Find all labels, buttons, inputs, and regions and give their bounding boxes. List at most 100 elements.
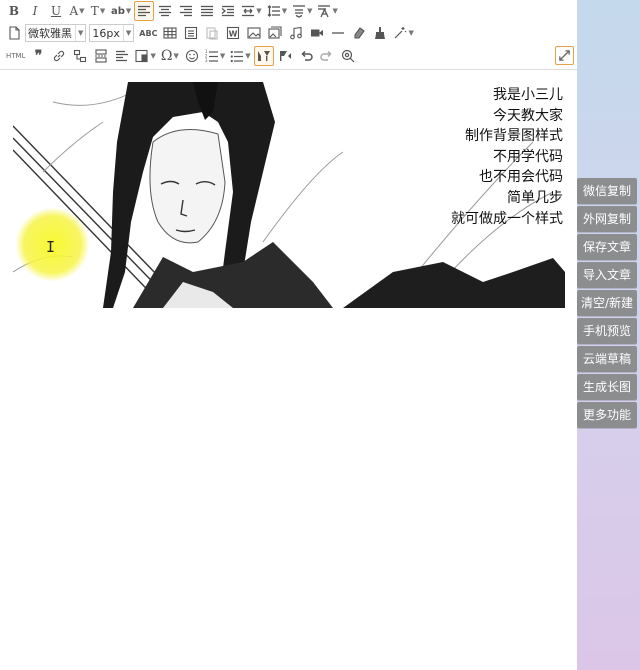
editor-content[interactable]: 我是小三儿 今天教大家 制作背景图样式 不用学代码 也不用会代码 简单几步 就可… (0, 71, 577, 670)
line-spacing-button[interactable]: ▼ (265, 1, 289, 21)
magic-wand-button[interactable]: ▼ (391, 23, 415, 43)
svg-text:W: W (229, 30, 238, 39)
html-source-button[interactable]: HTML (4, 46, 27, 66)
find-replace-button[interactable] (338, 46, 358, 66)
paragraph-format-button[interactable]: ▼ (315, 1, 339, 21)
banner-text: 我是小三儿 今天教大家 制作背景图样式 不用学代码 也不用会代码 简单几步 就可… (451, 85, 563, 229)
horizontal-line-icon (332, 32, 345, 34)
unlink-icon (74, 49, 87, 63)
underline-button[interactable]: U (46, 1, 66, 21)
italic-button[interactable]: I (25, 1, 45, 21)
search-icon (341, 49, 355, 63)
align-justify-icon (201, 5, 214, 17)
paste-icon (206, 27, 219, 40)
align-justify-button[interactable] (197, 1, 217, 21)
font-family-select[interactable]: 微软雅黑 ▼ (25, 24, 87, 42)
unlink-button[interactable] (70, 46, 90, 66)
editor-toolbar: B I U A ▼ T ▼ ab ▼ ▼ ▼ ▼ ▼ 微软雅黑 ▼ 16px ▼… (0, 0, 577, 70)
undo-button[interactable] (296, 46, 316, 66)
mobile-preview-button[interactable]: 手机预览 (577, 318, 637, 344)
text-style-icon: T (90, 4, 99, 18)
smiley-icon (185, 49, 198, 63)
font-color-button[interactable]: A ▼ (67, 1, 87, 21)
paste-word-button[interactable]: W (223, 23, 243, 43)
banner-line: 我是小三儿 (493, 87, 563, 103)
toolbar-row-1: B I U A ▼ T ▼ ab ▼ ▼ ▼ ▼ ▼ (4, 0, 341, 22)
paragraph-spacing-icon (293, 5, 306, 18)
spellcheck-button[interactable]: ABC (137, 23, 159, 43)
indent-button[interactable] (218, 1, 238, 21)
special-char-button[interactable]: Ω ▼ (159, 46, 181, 66)
font-style-button[interactable]: T ▼ (88, 1, 108, 21)
toolbar-row-3: HTML ❞ ▼ Ω ▼ 1 2 3 ▼ ▼ (4, 45, 359, 67)
document-icon (9, 26, 20, 40)
font-color-icon: A (69, 4, 79, 18)
ordered-list-button[interactable]: 1 2 3 ▼ (203, 46, 227, 66)
fullscreen-button[interactable] (555, 46, 574, 65)
page-break-button[interactable] (91, 46, 111, 66)
rtl-paragraph-icon (279, 51, 291, 61)
eraser-button[interactable] (349, 23, 369, 43)
chevron-down-icon: ▼ (122, 25, 131, 41)
text-direction-icon (116, 50, 129, 62)
clear-new-button[interactable]: 清空/新建 (577, 290, 637, 316)
link-button[interactable] (49, 46, 69, 66)
insert-table-button[interactable] (160, 23, 180, 43)
text-direction-button[interactable] (112, 46, 132, 66)
letter-spacing-button[interactable]: ▼ (239, 1, 263, 21)
side-menu: 微信复制 外网复制 保存文章 导入文章 清空/新建 手机预览 云端草稿 生成长图… (577, 178, 638, 430)
background-image-button[interactable]: ▼ (133, 46, 157, 66)
font-family-value: 微软雅黑 (28, 27, 72, 40)
insert-video-button[interactable] (307, 23, 327, 43)
letter-spacing-icon (242, 5, 255, 17)
emoji-button[interactable] (182, 46, 202, 66)
magic-wand-icon (395, 27, 407, 39)
background-color-icon: ab (111, 5, 125, 17)
redo-button[interactable] (317, 46, 337, 66)
cloud-draft-button[interactable]: 云端草稿 (577, 346, 637, 372)
align-center-icon (159, 5, 172, 17)
format-brush-button[interactable] (370, 23, 390, 43)
more-features-button[interactable]: 更多功能 (577, 402, 637, 428)
link-icon (54, 50, 65, 62)
align-center-button[interactable] (155, 1, 175, 21)
quote-icon: ❞ (34, 48, 43, 64)
rtl-direction-button[interactable] (275, 46, 295, 66)
save-article-button[interactable]: 保存文章 (577, 234, 637, 260)
font-size-select[interactable]: 16px ▼ (89, 24, 135, 42)
wechat-copy-button[interactable]: 微信复制 (577, 178, 637, 204)
music-icon (290, 26, 303, 40)
insert-frame-button[interactable] (181, 23, 201, 43)
paste-text-button[interactable] (202, 23, 222, 43)
new-document-button[interactable] (4, 23, 24, 43)
insert-image-button[interactable] (244, 23, 264, 43)
text-cursor-icon: I (46, 238, 56, 256)
horizontal-rule-button[interactable] (328, 23, 348, 43)
word-icon: W (227, 26, 240, 40)
table-icon (163, 27, 178, 39)
insert-multi-image-button[interactable] (265, 23, 285, 43)
background-color-button[interactable]: ab ▼ (109, 1, 133, 21)
brush-icon (375, 27, 386, 39)
ltr-direction-button[interactable] (253, 46, 274, 66)
unordered-list-button[interactable]: ▼ (228, 46, 252, 66)
banner-line: 今天教大家 (493, 107, 563, 124)
paragraph-spacing-button[interactable]: ▼ (290, 1, 314, 21)
align-left-button[interactable] (134, 1, 155, 21)
external-copy-button[interactable]: 外网复制 (577, 206, 637, 232)
bold-button[interactable]: B (4, 1, 24, 21)
blockquote-button[interactable]: ❞ (28, 46, 48, 66)
banner-line: 简单几步 (507, 189, 563, 206)
page-break-icon (95, 49, 108, 63)
background-image-block[interactable]: 我是小三儿 今天教大家 制作背景图样式 不用学代码 也不用会代码 简单几步 就可… (13, 82, 565, 308)
align-right-icon (180, 5, 193, 17)
import-article-button[interactable]: 导入文章 (577, 262, 637, 288)
banner-line: 就可做成一个样式 (451, 210, 563, 227)
long-image-button[interactable]: 生成长图 (577, 374, 637, 400)
align-right-button[interactable] (176, 1, 196, 21)
ltr-paragraph-icon (257, 51, 270, 61)
line-spacing-icon (267, 5, 280, 17)
banner-line: 也不用会代码 (479, 169, 563, 186)
redo-icon (319, 50, 332, 61)
insert-music-button[interactable] (286, 23, 306, 43)
